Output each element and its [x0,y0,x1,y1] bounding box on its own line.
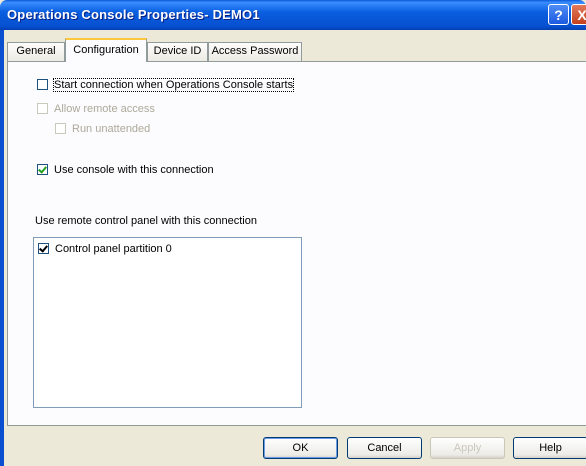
use-console-option[interactable]: Use console with this connection [37,162,214,177]
run-unattended-label: Run unattended [72,122,151,135]
window-title: Operations Console Properties- DEMO1 [7,7,260,22]
allow-remote-label: Allow remote access [54,102,155,115]
use-console-label: Use console with this connection [54,163,214,176]
use-console-checkbox[interactable] [37,164,48,175]
ok-button[interactable]: OK [263,437,338,459]
partition-checkbox[interactable] [38,243,49,254]
apply-button[interactable]: Apply [430,437,505,459]
tab-configuration[interactable]: Configuration [65,38,147,62]
start-connection-option[interactable]: Start connection when Operations Console… [37,77,295,92]
run-unattended-checkbox[interactable] [55,123,66,134]
partition-label: Control panel partition 0 [55,242,172,255]
close-icon[interactable]: X [571,4,586,25]
start-connection-label: Start connection when Operations Console… [52,77,295,92]
window-frame [0,30,4,466]
start-connection-checkbox[interactable] [37,79,48,90]
list-item[interactable]: Control panel partition 0 [38,241,172,256]
run-unattended-option[interactable]: Run unattended [55,121,150,136]
tab-device-id[interactable]: Device ID [147,42,208,61]
remote-panel-heading: Use remote control panel with this conne… [35,213,257,228]
help-icon[interactable]: ? [548,4,569,25]
remote-panel-label: Use remote control panel with this conne… [35,214,257,227]
partition-listbox[interactable]: Control panel partition 0 [33,237,302,408]
cancel-button[interactable]: Cancel [347,437,422,459]
help-button[interactable]: Help [513,437,586,459]
allow-remote-option[interactable]: Allow remote access [37,101,155,116]
tab-access-password[interactable]: Access Password [208,42,302,61]
allow-remote-checkbox[interactable] [37,103,48,114]
tab-general[interactable]: General [7,42,65,61]
title-bar: Operations Console Properties- DEMO1 ? X [0,0,586,30]
